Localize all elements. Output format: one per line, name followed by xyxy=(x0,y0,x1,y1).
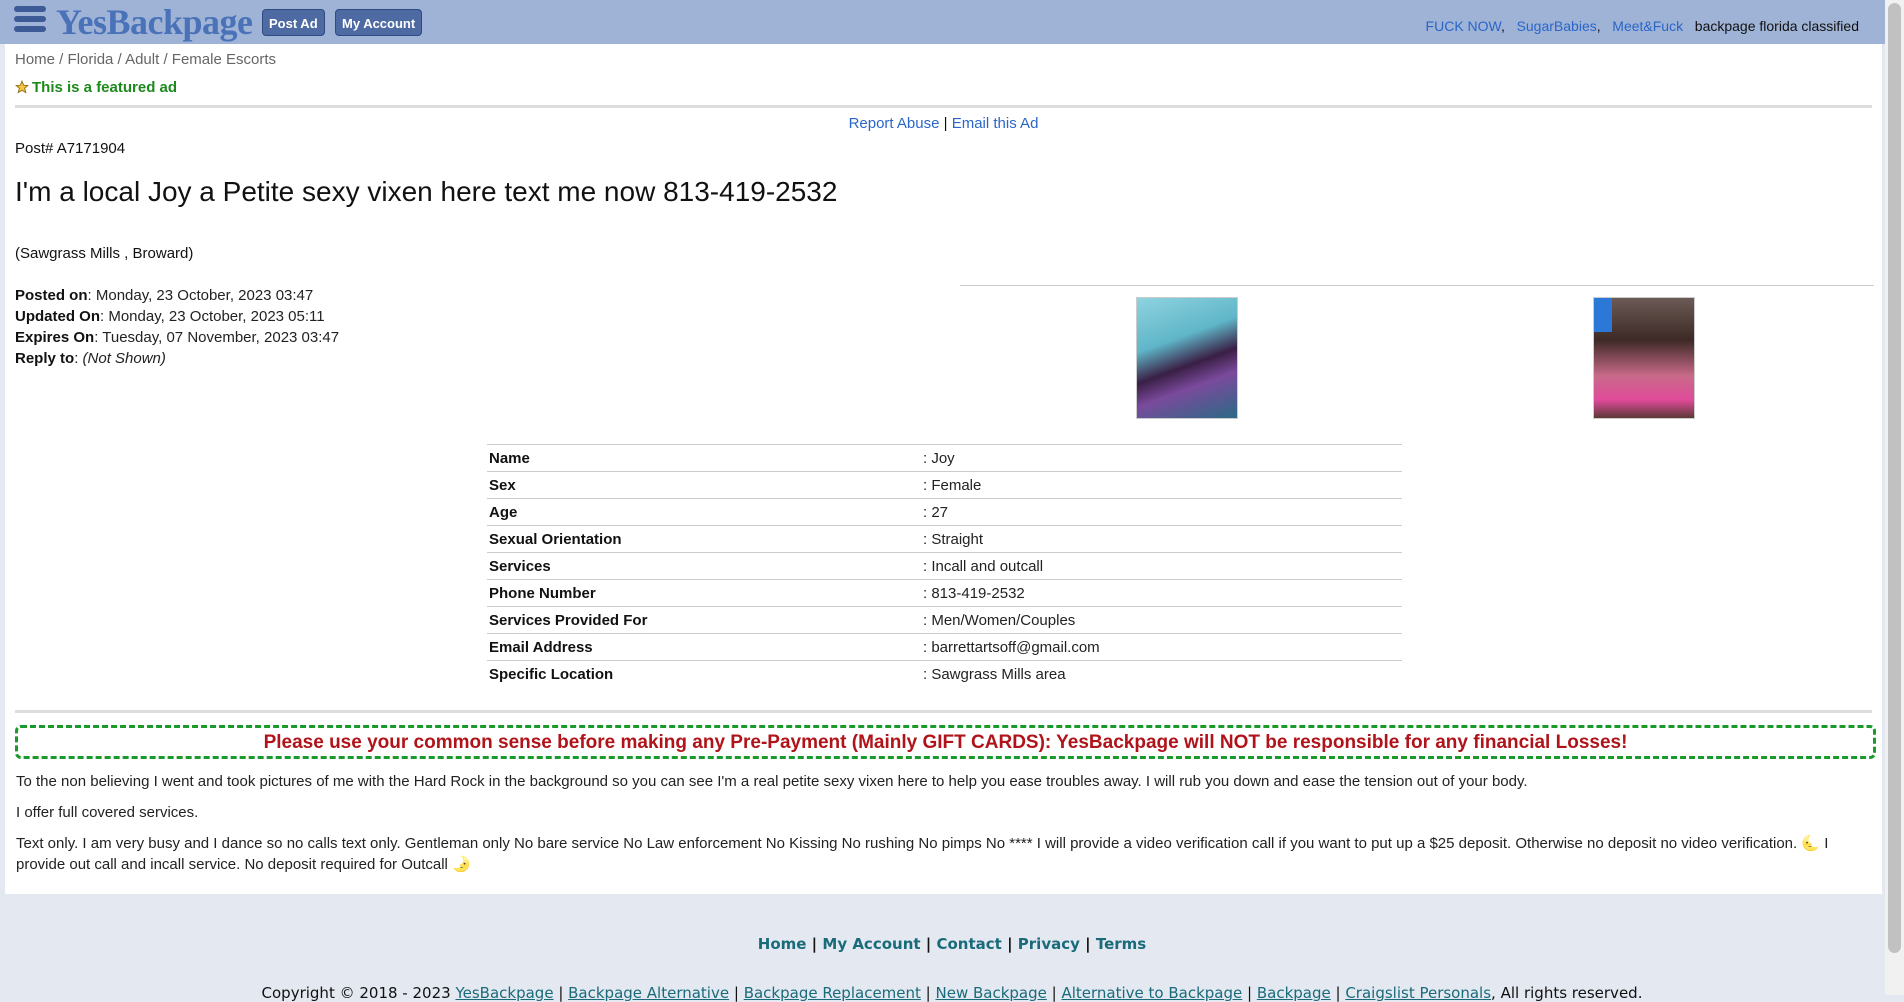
description-paragraph: I offer full covered services. xyxy=(16,804,199,821)
detail-value: : Straight xyxy=(923,530,984,548)
footer-terms-link[interactable]: Terms xyxy=(1096,935,1146,953)
posted-value: : Monday, 23 October, 2023 03:47 xyxy=(87,287,314,304)
top-link-fuck-now[interactable]: FUCK NOW xyxy=(1426,18,1501,34)
breadcrumb-adult[interactable]: Adult xyxy=(125,51,159,68)
ad-photo-2[interactable] xyxy=(1593,297,1695,419)
detail-value: : Incall and outcall xyxy=(923,557,1044,575)
detail-value: : barrettartsoff@gmail.com xyxy=(923,638,1100,656)
divider xyxy=(15,105,1872,108)
reply-value: (Not Shown) xyxy=(82,350,166,367)
top-link-meet-fuck[interactable]: Meet&Fuck xyxy=(1612,18,1683,34)
detail-value: : 27 xyxy=(923,503,949,521)
site-logo[interactable]: YesBackpage xyxy=(56,1,253,43)
detail-label: Email Address xyxy=(489,638,593,656)
footer-privacy-link[interactable]: Privacy xyxy=(1018,935,1080,953)
description-paragraph: Text only. I am very busy and I dance so… xyxy=(16,835,1829,873)
email-ad-link[interactable]: Email this Ad xyxy=(952,115,1039,132)
top-link-sugarbabies[interactable]: SugarBabies xyxy=(1517,18,1597,34)
reply-label: Reply to xyxy=(15,350,75,367)
detail-label: Specific Location xyxy=(489,665,614,683)
expires-label: Expires On xyxy=(15,329,95,346)
copyright-link[interactable]: Backpage xyxy=(1257,984,1331,1002)
detail-row: Specific Location : Sawgrass Mills area xyxy=(487,660,1402,688)
copyright: Copyright © 2018 - 2023 YesBackpage | Ba… xyxy=(261,984,1643,1002)
copyright-text: Copyright © 2018 - 2023 xyxy=(261,984,451,1002)
copyright-link[interactable]: Backpage Replacement xyxy=(744,984,921,1002)
detail-value: : Men/Women/Couples xyxy=(923,611,1076,629)
detail-row: Sexual Orientation : Straight xyxy=(487,525,1402,553)
breadcrumb-home[interactable]: Home xyxy=(15,51,55,68)
detail-row: Services : Incall and outcall xyxy=(487,552,1402,580)
top-links: FUCK NOW, SugarBabies, Meet&Fuck backpag… xyxy=(1425,18,1859,34)
detail-label: Name xyxy=(489,449,530,467)
divider xyxy=(15,710,1872,713)
updated-value: : Monday, 23 October, 2023 05:11 xyxy=(100,308,325,325)
ad-details-table: Name : Joy Sex : Female Age : 27 Sexual Orient… xyxy=(487,444,1402,688)
post-ad-button[interactable]: Post Ad xyxy=(262,9,325,36)
detail-row: Sex : Female xyxy=(487,471,1402,499)
ad-location: (Sawgrass Mills , Broward) xyxy=(15,245,194,262)
detail-row: Email Address : barrettartsoff@gmail.com xyxy=(487,633,1402,661)
detail-value: : Joy xyxy=(923,449,955,467)
detail-label: Phone Number xyxy=(489,584,596,602)
detail-row: Phone Number : 813-419-2532 xyxy=(487,579,1402,607)
payment-warning: Please use your common sense before maki… xyxy=(15,725,1876,759)
ad-content: Home / Florida / Adult / Female Escorts … xyxy=(5,44,1882,894)
footer-home-link[interactable]: Home xyxy=(758,935,807,953)
copyright-link[interactable]: Backpage Alternative xyxy=(568,984,729,1002)
breadcrumb-florida[interactable]: Florida xyxy=(68,51,114,68)
image-divider xyxy=(960,285,1874,286)
detail-label: Age xyxy=(489,503,518,521)
top-navigation-bar: YesBackpage Post Ad My Account FUCK NOW,… xyxy=(0,0,1885,44)
detail-row: Name : Joy xyxy=(487,444,1402,472)
footer-my-account-link[interactable]: My Account xyxy=(822,935,920,953)
breadcrumb: Home / Florida / Adult / Female Escorts xyxy=(15,51,276,68)
updated-label: Updated On xyxy=(15,308,100,325)
post-id: Post# A7171904 xyxy=(15,140,126,157)
copyright-suffix: All rights reserved. xyxy=(1500,984,1643,1002)
my-account-button[interactable]: My Account xyxy=(335,9,423,36)
detail-label: Services xyxy=(489,557,551,575)
ad-dates: Posted on: Monday, 23 October, 2023 03:4… xyxy=(15,287,340,367)
copyright-link[interactable]: Alternative to Backpage xyxy=(1061,984,1242,1002)
site-tagline: backpage florida classified xyxy=(1694,18,1859,34)
star-icon xyxy=(15,80,29,94)
detail-label: Sex xyxy=(489,476,516,494)
footer-links: Home | My Account | Contact | Privacy | … xyxy=(757,935,1147,953)
detail-label: Sexual Orientation xyxy=(489,530,622,548)
featured-label: This is a featured ad xyxy=(32,79,178,96)
description-paragraph: To the non believing I went and took pic… xyxy=(16,773,1528,790)
detail-value: : Sawgrass Mills area xyxy=(923,665,1066,683)
report-abuse-link[interactable]: Report Abuse xyxy=(849,115,940,132)
vertical-scrollbar[interactable] xyxy=(1885,0,1904,995)
scrollbar-thumb[interactable] xyxy=(1888,3,1901,953)
copyright-link[interactable]: Craigslist Personals xyxy=(1345,984,1491,1002)
detail-value: : 813-419-2532 xyxy=(923,584,1025,602)
breadcrumb-female-escorts[interactable]: Female Escorts xyxy=(172,51,276,68)
hamburger-menu-icon[interactable] xyxy=(14,6,46,36)
featured-ad-notice: This is a featured ad xyxy=(15,79,177,96)
expires-value: : Tuesday, 07 November, 2023 03:47 xyxy=(94,329,340,346)
detail-row: Age : 27 xyxy=(487,498,1402,526)
copyright-link[interactable]: New Backpage xyxy=(936,984,1047,1002)
photo-overlay xyxy=(1594,298,1612,332)
detail-label: Services Provided For xyxy=(489,611,648,629)
copyright-link[interactable]: YesBackpage xyxy=(455,984,553,1002)
detail-row: Services Provided For : Men/Women/Couples xyxy=(487,606,1402,634)
ad-title: I'm a local Joy a Petite sexy vixen here… xyxy=(15,176,838,207)
footer-contact-link[interactable]: Contact xyxy=(936,935,1001,953)
ad-actions: Report Abuse | Email this Ad xyxy=(848,115,1039,132)
ad-photo-1[interactable] xyxy=(1136,297,1238,419)
detail-value: : Female xyxy=(923,476,982,494)
posted-label: Posted on xyxy=(15,287,88,304)
